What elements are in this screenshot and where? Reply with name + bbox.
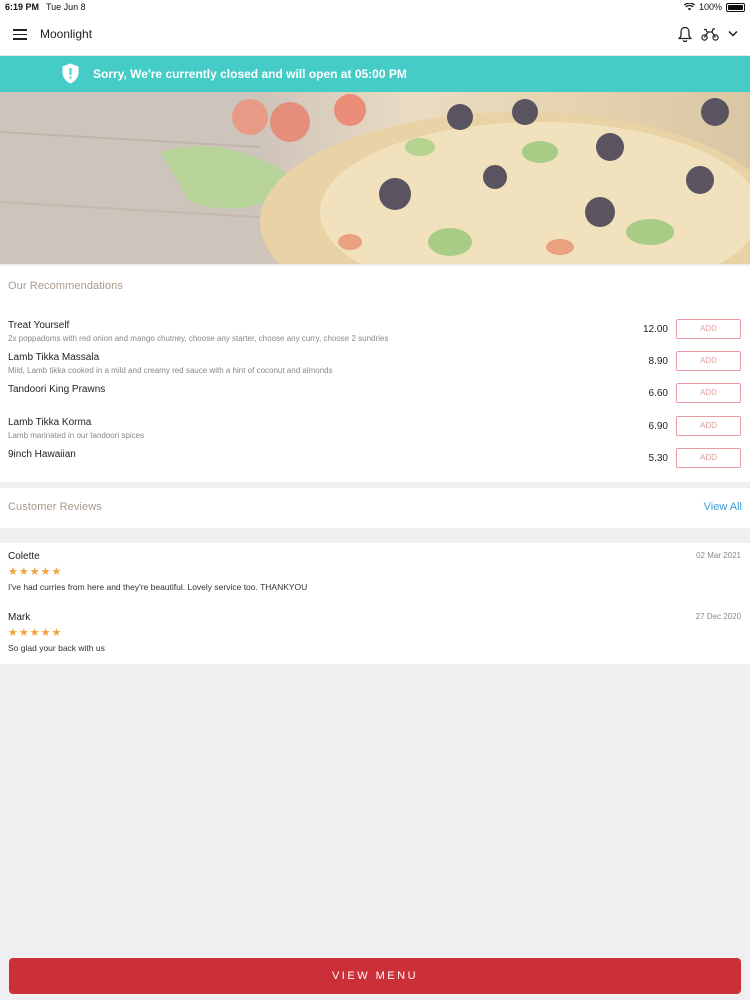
closed-message: Sorry, We're currently closed and will o… [93,67,407,81]
recommendations-title: Our Recommendations [8,280,124,292]
item-description: 2x poppadoms with red onion and mango ch… [8,334,389,343]
view-all-link[interactable]: View All [704,501,742,513]
shield-alert-icon [62,63,79,84]
review-text: So glad your back with us [8,643,105,653]
top-nav: Moonlight [0,15,750,56]
status-right: 100% [683,2,745,12]
reviews-header: Customer Reviews View All [0,488,750,528]
item-description: Lamb marinated in our tandoori spices [8,431,145,440]
review-date: 02 Mar 2021 [696,551,741,560]
bell-icon[interactable] [678,26,692,43]
item-price: 5.30 [648,453,668,464]
status-bar: 6:19 PM Tue Jun 8 100% [0,0,750,15]
menu-item: Lamb Tikka Korma Lamb marinated in our t… [0,416,750,449]
reviews-title: Customer Reviews [8,501,102,513]
item-price: 6.90 [648,421,668,432]
restaurant-title: Moonlight [40,27,93,41]
add-button[interactable]: ADD [676,416,741,436]
item-price: 12.00 [642,324,668,335]
review-item: Colette 02 Mar 2021 ★★★★★ I've had curri… [0,551,750,607]
item-name: Lamb Tikka Massala [8,352,100,363]
item-price: 8.90 [648,356,668,367]
closed-banner: Sorry, We're currently closed and will o… [0,56,750,92]
status-date: Tue Jun 8 [46,2,86,12]
menu-icon[interactable] [13,29,27,40]
recommendations-card: Our Recommendations Treat Yourself 2x po… [0,266,750,482]
item-description: Mild, Lamb tikka cooked in a mild and cr… [8,366,333,375]
review-text: I've had curries from here and they're b… [8,582,308,592]
item-price: 6.60 [648,388,668,399]
menu-item: Treat Yourself 2x poppadoms with red oni… [0,319,750,352]
review-author: Colette [8,551,40,562]
review-item: Mark 27 Dec 2020 ★★★★★ So glad your back… [0,612,750,668]
review-date: 27 Dec 2020 [695,612,741,621]
menu-item: Tandoori King Prawns 6.60 ADD [0,383,750,416]
review-author: Mark [8,612,31,623]
star-rating: ★★★★★ [8,627,63,639]
menu-item: 9inch Hawaiian 5.30 ADD [0,448,750,481]
status-time: 6:19 PM [5,2,40,12]
item-name: Tandoori King Prawns [8,384,106,395]
add-button[interactable]: ADD [676,319,741,339]
wifi-icon [683,3,695,11]
view-menu-button[interactable]: VIEW MENU [9,958,741,994]
chevron-down-icon[interactable] [728,30,738,37]
item-name: 9inch Hawaiian [8,449,76,460]
star-rating: ★★★★★ [8,566,63,578]
hero-image [0,92,750,264]
menu-item: Lamb Tikka Massala Mild, Lamb tikka cook… [0,351,750,384]
item-name: Lamb Tikka Korma [8,417,92,428]
delivery-bike-icon[interactable] [701,27,719,41]
item-name: Treat Yourself [8,320,70,331]
battery-icon [726,2,745,12]
add-button[interactable]: ADD [676,351,741,371]
add-button[interactable]: ADD [676,448,741,468]
add-button[interactable]: ADD [676,383,741,403]
reviews-list: Colette 02 Mar 2021 ★★★★★ I've had curri… [0,543,750,664]
battery-percent: 100% [698,2,722,12]
